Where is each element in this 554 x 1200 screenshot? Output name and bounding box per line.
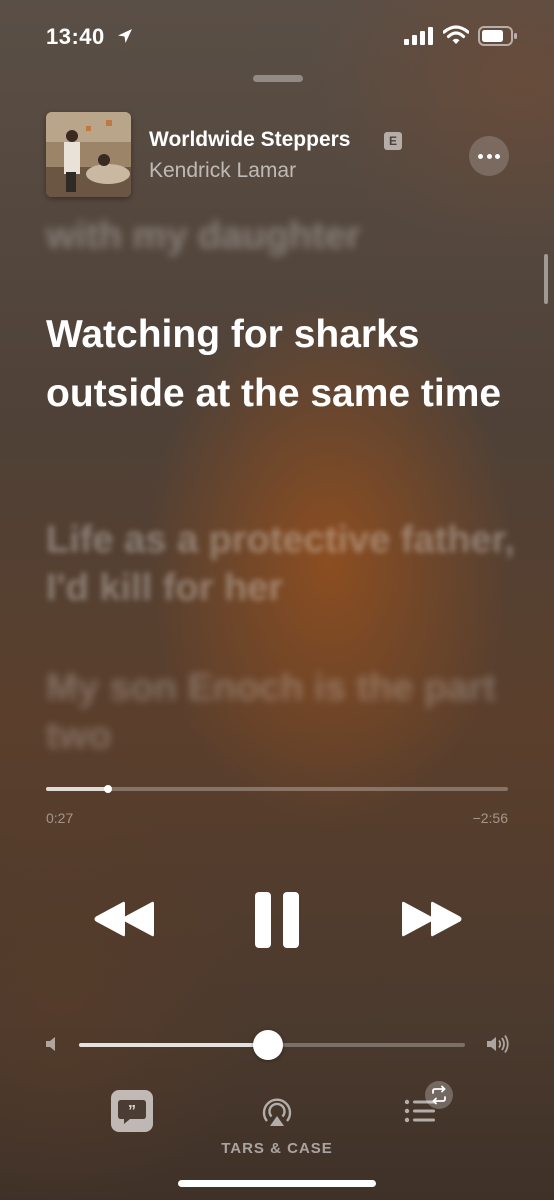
artist-name[interactable]: Kendrick Lamar <box>149 159 296 183</box>
airplay-device-label[interactable]: TARS & CASE <box>0 1140 554 1157</box>
svg-text:”: ” <box>128 1103 136 1120</box>
song-title[interactable]: Worldwide Steppers <box>149 128 350 152</box>
playback-scrubber[interactable] <box>46 785 508 793</box>
explicit-badge: E <box>384 132 402 150</box>
fast-forward-button[interactable] <box>400 900 464 938</box>
album-artwork[interactable] <box>46 112 131 197</box>
pause-button[interactable] <box>253 892 301 948</box>
volume-slider-knob[interactable] <box>253 1030 284 1060</box>
lyrics-quote-icon: ” <box>118 1100 146 1124</box>
lyric-line-previous[interactable]: with my daughter <box>46 214 516 258</box>
repeat-badge[interactable] <box>425 1081 453 1109</box>
repeat-icon <box>432 1085 446 1105</box>
home-indicator[interactable] <box>178 1180 376 1187</box>
rewind-icon <box>94 901 154 937</box>
more-options-button[interactable] <box>469 136 509 176</box>
lyric-line-next[interactable]: Life as a protective father, I'd kill fo… <box>46 516 516 612</box>
volume-slider[interactable] <box>79 1030 465 1060</box>
status-bar: 13:40 <box>0 0 554 72</box>
status-time: 13:40 <box>46 24 105 49</box>
rewind-button[interactable] <box>92 900 156 938</box>
ellipsis-dot <box>486 154 492 159</box>
battery-icon <box>478 26 517 46</box>
location-arrow-icon <box>118 29 132 43</box>
pause-icon <box>255 892 299 948</box>
ellipsis-icon <box>478 154 483 159</box>
now-playing-header: Worldwide Steppers E Kendrick Lamar <box>46 112 510 198</box>
volume-low-icon <box>46 1037 55 1051</box>
playback-progress-fill <box>46 787 109 791</box>
wifi-icon <box>443 25 469 44</box>
ellipsis-dot <box>495 154 500 159</box>
lyric-line-next[interactable]: My son Enoch is the part two <box>46 664 516 760</box>
cellular-signal-icon <box>404 27 433 45</box>
airplay-audio-icon <box>262 1098 292 1126</box>
volume-slider-fill <box>79 1043 269 1047</box>
time-remaining: −2:56 <box>472 810 508 826</box>
fast-forward-icon <box>402 901 462 937</box>
sheet-grabber[interactable] <box>253 75 303 82</box>
lyrics-button[interactable]: ” <box>111 1090 153 1132</box>
playback-scrubber-knob[interactable] <box>104 785 113 793</box>
volume-high-icon <box>487 1035 509 1053</box>
lyric-line-current[interactable]: Watching for sharks outside at the same … <box>46 305 516 423</box>
time-elapsed: 0:27 <box>46 810 74 826</box>
airplay-button[interactable] <box>259 1094 295 1130</box>
lyrics-scroll-indicator <box>544 254 548 304</box>
album-artwork-image <box>46 112 131 197</box>
